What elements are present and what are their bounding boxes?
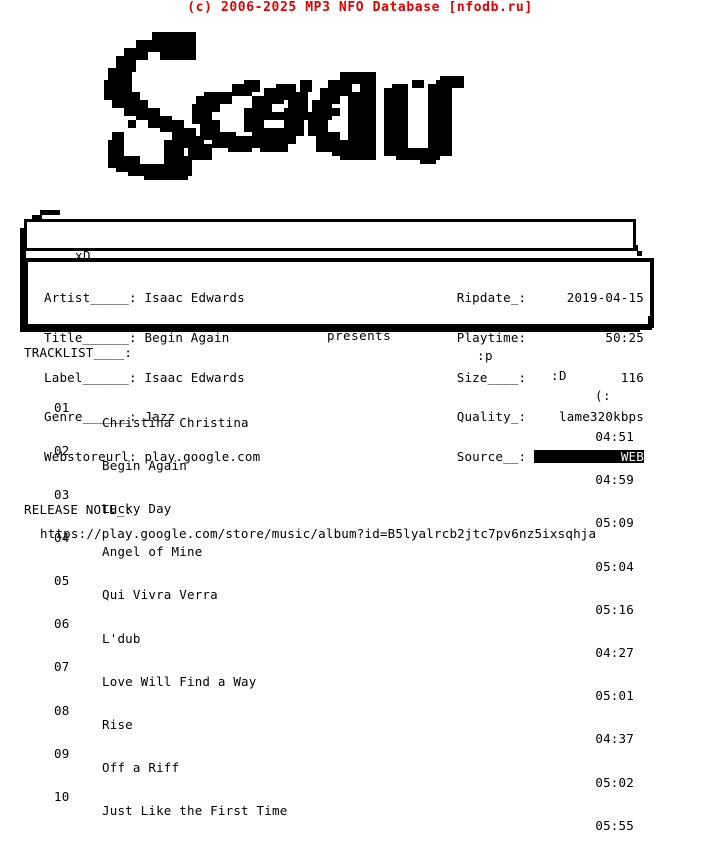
tracklist-table: 01 Christina Christina 04:51 02 Begin Ag…	[24, 358, 656, 833]
track-title: Just Like the First Time	[102, 803, 288, 819]
info-value-artist: Isaac Edwards	[144, 290, 245, 306]
track-number: 01	[54, 400, 70, 416]
frame-corner-step-br-2	[640, 324, 652, 330]
table-row: 10 Just Like the First Time 05:55	[24, 776, 656, 833]
track-number: 09	[54, 745, 70, 761]
track-number: 10	[54, 789, 70, 805]
info-row-playtime: Playtime: 50:25	[457, 331, 644, 344]
presents-banner-frame: xD ;) :) -_- presents :p :D (:	[24, 219, 636, 403]
track-title: L'dub	[102, 630, 141, 646]
table-row: 03 Lucky Day 05:09	[24, 473, 656, 531]
frame-corner-step-tl-1	[40, 210, 60, 215]
table-row: 05 Qui Vivra Verra 05:16	[24, 560, 656, 617]
track-title: Love Will Find a Way	[102, 673, 257, 689]
info-label-playtime: Playtime:	[456, 330, 527, 345]
frame-corner-step-bl-1	[20, 326, 640, 332]
release-info-frame: Artist_____: Isaac Edwards Title______: …	[24, 258, 654, 463]
table-row: 01 Christina Christina 04:51	[24, 387, 656, 444]
table-row: 07 Love Will Find a Way 05:01	[24, 646, 656, 704]
table-row: 08 Rise 04:37	[24, 689, 656, 747]
track-number: 02	[54, 443, 70, 459]
table-row: 02 Begin Again 04:59	[24, 430, 656, 488]
table-row: 06 L'dub 04:27	[24, 603, 656, 660]
sceau-ascii-logo-art	[104, 32, 464, 180]
info-value-ripdate: 2019-04-15	[566, 290, 644, 306]
release-note-url[interactable]: https://play.google.com/store/music/albu…	[40, 527, 596, 541]
info-row-artist: Artist_____: Isaac Edwards	[44, 291, 260, 304]
info-value-title: Begin Again	[144, 330, 230, 345]
info-label-artist: Artist_____:	[44, 290, 137, 306]
track-number: 05	[54, 573, 70, 589]
track-title: Off a Riff	[102, 760, 180, 776]
release-note-heading: RELEASE NOTE_:	[24, 502, 133, 517]
presents-banner-row: xD ;) :) -_- presents :p :D (:	[27, 226, 633, 403]
track-title: Begin Again	[102, 457, 187, 473]
scene-group-logo	[0, 28, 720, 188]
track-number: 03	[54, 486, 70, 502]
track-title: Qui Vivra Verra	[102, 587, 218, 603]
track-title: Christina Christina	[102, 414, 249, 430]
info-value-playtime: 50:25	[605, 330, 644, 345]
nfo-database-copyright-header: (c) 2006-2025 MP3 NFO Database [nfodb.ru…	[187, 0, 533, 15]
frame-corner-step-tr-2	[637, 251, 642, 256]
info-label-ripdate: Ripdate_:	[456, 290, 527, 306]
track-title: Angel of Mine	[102, 544, 203, 560]
track-number: 06	[54, 616, 70, 632]
table-row: 09 Off a Riff 05:02	[24, 732, 656, 790]
info-row-title: Title______: Begin Again	[44, 331, 260, 344]
track-number: 07	[54, 659, 70, 675]
track-number: 08	[54, 702, 70, 718]
info-label-title: Title______:	[44, 330, 137, 345]
track-title: Rise	[102, 717, 133, 733]
track-time: 05:55	[595, 817, 634, 833]
info-row-ripdate: Ripdate_: 2019-04-15	[457, 291, 644, 304]
